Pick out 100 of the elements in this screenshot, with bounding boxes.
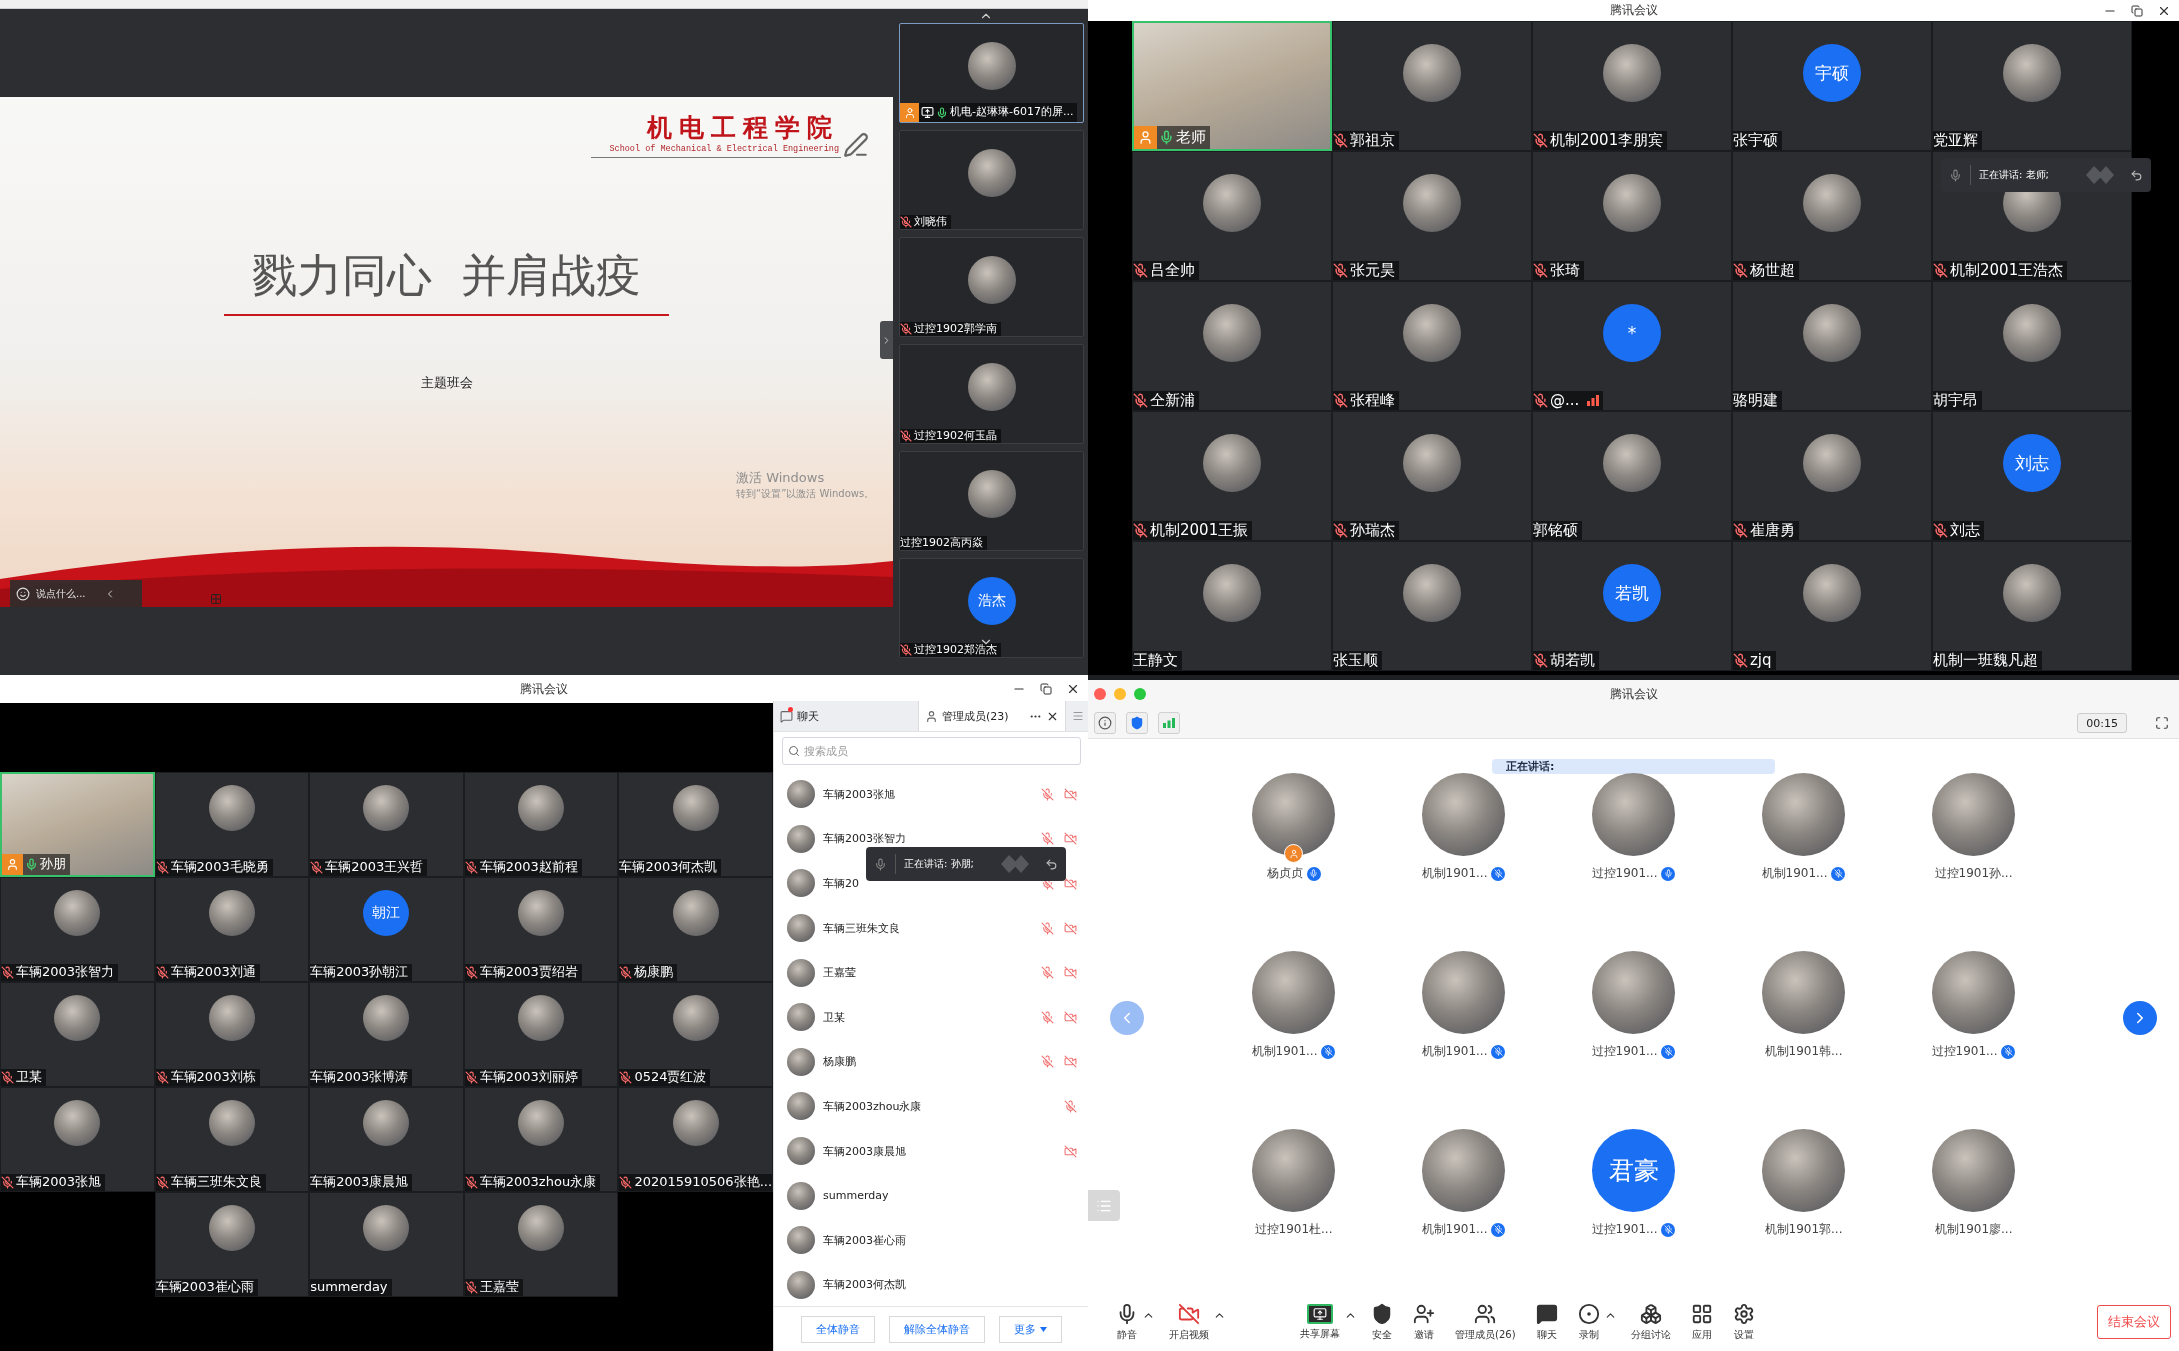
participant-name: 过控1901...	[1591, 1043, 1658, 1060]
window-title: 腾讯会议	[1609, 685, 1658, 703]
participant-name: 刘志	[1950, 520, 1980, 540]
speaking-label: 正在讲话: 孙朋;	[904, 857, 975, 871]
speaking-label: 正在讲话: 老师;	[1979, 168, 2050, 182]
member-name: 车辆三班朱文良	[823, 920, 901, 936]
participant-name: 车辆2003王兴哲	[325, 859, 424, 876]
participant-name: 郭铭硕	[1533, 520, 1578, 540]
window-title: 腾讯会议	[520, 680, 568, 698]
participant-name: 202015910506张艳...	[634, 1174, 772, 1191]
participant-name: 车辆2003赵前程	[479, 859, 578, 876]
participant-name: 车辆2003张旭	[16, 1174, 102, 1191]
member-name: 车辆2003zhou永康	[823, 1098, 923, 1114]
participant-name: 机制2001李朋宾	[1550, 130, 1664, 150]
participant-name: 过控1901...	[1591, 865, 1658, 882]
participant-name: 卫某	[16, 1069, 42, 1086]
participant-name: 车辆2003刘通	[170, 964, 256, 981]
participant-name: 过控1901杜...	[1254, 1221, 1333, 1238]
participant-name: 杨世超	[1750, 260, 1795, 280]
participant-name: 车辆三班朱文良	[170, 1174, 262, 1191]
participant-name: 杨康鹏	[634, 964, 674, 981]
window-title: 腾讯会议	[1609, 2, 1658, 19]
participant-name: 机制一班魏凡超	[1933, 650, 2038, 670]
participant-name: 张琦	[1550, 260, 1580, 280]
participant-name: 过控1902何玉晶	[914, 428, 997, 443]
participant-name: 机制1901廖...	[1934, 1221, 2013, 1238]
participant-name: 骆明建	[1733, 390, 1778, 410]
participant-name: 孙瑞杰	[1350, 520, 1395, 540]
participant-name: 机制1901...	[1251, 1043, 1318, 1060]
participant-name: 过控1901孙...	[1934, 865, 2013, 882]
participant-name: 车辆2003孙朝江	[310, 964, 409, 981]
participant-name: 机制2001王浩杰	[1950, 260, 2064, 280]
initials-avatar: 若凯	[1603, 564, 1661, 622]
member-name: summerday	[823, 1189, 890, 1203]
participant-name: 机制1901韩...	[1764, 1043, 1843, 1060]
participant-name: 张程峰	[1350, 390, 1395, 410]
participant-name: 机制2001王振	[1150, 520, 1249, 540]
speaking-banner: 正在讲话:	[1492, 759, 1775, 774]
participant-name: 过控1901...	[1591, 1221, 1658, 1238]
initials-avatar: 宇硕	[1803, 44, 1861, 102]
participant-name: 车辆2003张智力	[16, 964, 115, 981]
member-name: 卫某	[823, 1009, 846, 1025]
participant-name: 吕全帅	[1150, 260, 1195, 280]
logo-title: 机电工程学院	[647, 112, 839, 144]
participant-name: 0524贾红波	[634, 1069, 707, 1086]
member-name: 车辆2003张旭	[823, 786, 896, 802]
slide-headline: 戮力同心 并肩战疫	[252, 248, 641, 304]
participant-name: 机制1901...	[1761, 865, 1828, 882]
member-name: 车辆20	[823, 876, 860, 891]
participant-name: 张元昊	[1350, 260, 1395, 280]
participant-name: 过控1902高丙焱	[900, 535, 983, 550]
participant-name: 仝新浦	[1150, 390, 1195, 410]
participant-name: 胡宇昂	[1933, 390, 1978, 410]
participant-name: 机制1901...	[1421, 1221, 1488, 1238]
participant-name: 刘晓伟	[914, 214, 947, 229]
slide-subtitle: 主题班会	[420, 374, 473, 392]
participant-name: 郭祖京	[1350, 130, 1395, 150]
participant-name: 车辆2003刘丽婷	[479, 1069, 578, 1086]
member-name: 车辆2003崔心雨	[823, 1232, 907, 1248]
participant-name: 老师	[1176, 127, 1206, 148]
participant-name: summerday	[310, 1279, 388, 1296]
member-name: 车辆2003何杰凯	[823, 1277, 907, 1293]
participant-name: zjq	[1750, 650, 1772, 670]
participant-name: 张玉顺	[1333, 650, 1378, 670]
participant-name: 车辆2003zhou永康	[479, 1174, 597, 1191]
participant-name: 车辆2003康晨旭	[310, 1174, 409, 1191]
initials-avatar: 君豪	[1592, 1129, 1675, 1212]
participant-name: 车辆2003刘栋	[170, 1069, 256, 1086]
participant-name: 张宇硕	[1733, 130, 1778, 150]
member-name: 王嘉莹	[823, 965, 857, 981]
participant-name: 机制1901郭...	[1764, 1221, 1843, 1238]
initials-avatar: 浩杰	[967, 577, 1016, 625]
initials-avatar: *	[1603, 304, 1661, 362]
member-name: 车辆2003康晨旭	[823, 1143, 907, 1159]
participant-name: 胡若凯	[1550, 650, 1595, 670]
participant-name: 车辆2003何杰凯	[619, 859, 718, 876]
participant-name: 机制1901...	[1421, 1043, 1488, 1060]
participant-name: @...	[1550, 390, 1580, 410]
participant-name: 机制1901...	[1421, 865, 1488, 882]
participant-name: 机电-赵琳琳-6017的屏...	[950, 105, 1074, 120]
participant-name: 杨贞贞	[1266, 865, 1303, 882]
participant-name: 过控1902郭学南	[914, 321, 997, 336]
initials-avatar: 刘志	[2003, 434, 2061, 492]
initials-avatar: 朝江	[363, 890, 410, 936]
participant-name: 车辆2003贾绍岩	[479, 964, 578, 981]
participant-name: 崔唐勇	[1750, 520, 1795, 540]
participant-name: 车辆2003毛晓勇	[170, 859, 269, 876]
participant-name: 孙朋	[40, 856, 66, 873]
participant-name: 王嘉莹	[479, 1279, 519, 1296]
activation-notice: 转到“设置”以激活 Windows。	[736, 487, 875, 501]
meeting-timer: 00:15	[2077, 713, 2127, 733]
participant-name: 过控1901...	[1931, 1043, 1998, 1060]
participant-name: 王静文	[1133, 650, 1178, 670]
participant-name: 党亚辉	[1933, 130, 1978, 150]
participant-name: 车辆2003张博涛	[310, 1069, 409, 1086]
member-name: 车辆2003张智力	[823, 831, 907, 847]
member-name: 杨康鹏	[823, 1054, 857, 1070]
logo-subtitle: School of Mechanical & Electrical Engineering	[609, 144, 839, 154]
participant-name: 过控1902郑浩杰	[914, 642, 997, 657]
activation-notice: 激活 Windows	[736, 469, 826, 487]
